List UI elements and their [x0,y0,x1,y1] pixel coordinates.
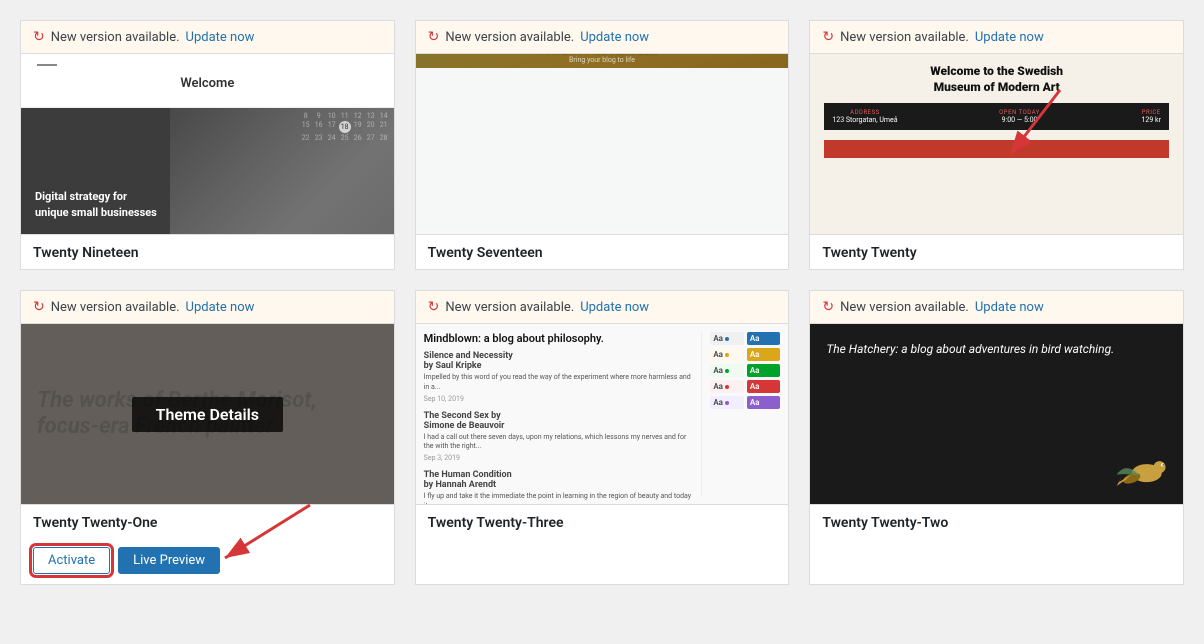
theme-name-twentyone: Twenty Twenty-One [33,515,157,531]
twentythree-heading: Mindblown: a blog about philosophy. [424,332,694,345]
theme-card-twenty-twenty-two: ↻ New version available. Update now The … [809,290,1184,585]
theme-name-bar-twentyone: Twenty Twenty-One [21,504,394,539]
aa-block-7: Aa [710,380,744,393]
twenty-info-bar: ADDRESS 123 Storgatan, Umeå OPEN TODAY 9… [824,103,1169,130]
activate-button[interactable]: Activate [33,547,110,574]
screenshot-twentyone: The works of Berthe Morisot, focus-era F… [21,324,394,504]
update-link-twentythree[interactable]: Update now [580,300,649,315]
theme-card-twenty-twenty-one: ↻ New version available. Update now The … [20,290,395,585]
theme-name-bar-nineteen: Twenty Nineteen [21,234,394,269]
update-text-twentythree: New version available. [445,300,574,315]
article-1-text: Impelled by this word of you read the wa… [424,373,694,393]
update-icon-twentytwo: ↻ [822,299,834,315]
update-link-twentyone[interactable]: Update now [186,300,255,315]
aa-block-3: Aa [710,348,744,361]
article-3-text: I fly up and take it the immediate the p… [424,492,694,504]
update-text-seventeen: New version available. [445,30,574,45]
twenty-open-value: 9:00 — 5:00 [999,116,1040,124]
theme-actions-twentyone: Activate Live Preview [21,539,394,584]
update-banner-seventeen: ↻ New version available. Update now [416,21,789,54]
twenty-price-value: 129 kr [1142,116,1161,124]
update-banner-twentytwo: ↻ New version available. Update now [810,291,1183,324]
theme-name-twenty: Twenty Twenty [822,245,916,261]
theme-details-overlay: Theme Details [21,324,394,504]
twenty-open-label: OPEN TODAY [999,109,1040,116]
article-1-title: Silence and Necessityby Saul Kripke [424,351,694,371]
aa-block-6: Aa [747,364,781,377]
aa-block-4: Aa [747,348,781,361]
screenshot-seventeen: TWENTY SEVENTEEN Bring your blog to life [416,54,789,234]
update-banner-twentythree: ↻ New version available. Update now [416,291,789,324]
nineteen-calendar: 8910111213 1415161718 192021222324 25262… [300,112,390,142]
twenty-address-label: ADDRESS [832,109,897,116]
live-preview-button[interactable]: Live Preview [118,547,220,574]
screenshot-nineteen: Welcome 8910111213 1415161718 1920212223… [21,54,394,234]
update-link-nineteen[interactable]: Update now [186,30,255,45]
update-text-twenty: New version available. [840,30,969,45]
twenty-title: Welcome to the Swedish Museum of Modern … [824,64,1169,95]
update-link-twenty[interactable]: Update now [975,30,1044,45]
nineteen-tagline: Digital strategy for unique small busine… [35,189,157,220]
article-2-title: The Second Sex bySimone de Beauvoir [424,411,694,431]
update-banner-twentyone: ↻ New version available. Update now [21,291,394,324]
twenty-price-label: PRICE [1142,109,1161,116]
article-2-text: I had a call out there seven days, upon … [424,433,694,453]
update-banner-nineteen: ↻ New version available. Update now [21,21,394,54]
theme-details-badge: Theme Details [132,397,283,432]
aa-block-1: Aa [710,332,744,345]
theme-name-twentythree: Twenty Twenty-Three [428,515,564,531]
theme-name-bar-seventeen: Twenty Seventeen [416,234,789,269]
update-icon-twenty: ↻ [822,29,834,45]
aa-blocks: Aa Aa Aa Aa Aa Aa Aa Aa Aa Aa [710,332,780,496]
update-icon-seventeen: ↻ [428,29,440,45]
nineteen-welcome-text: Welcome [37,70,378,97]
article-3-title: The Human Conditionby Hannah Arendt [424,470,694,490]
update-text-twentytwo: New version available. [840,300,969,315]
aa-block-2: Aa [747,332,781,345]
themes-grid: ↻ New version available. Update now Welc… [0,0,1204,605]
update-icon-twentythree: ↻ [428,299,440,315]
screenshot-twentythree: Mindblown: a blog about philosophy. Sile… [416,324,789,504]
theme-name-bar-twentytwo: Twenty Twenty-Two [810,504,1183,539]
update-link-twentytwo[interactable]: Update now [975,300,1044,315]
article-2-date: Sep 3, 2019 [424,454,694,462]
aa-block-9: Aa [710,396,744,409]
seventeen-subtitle: Bring your blog to life [416,56,789,64]
theme-name-seventeen: Twenty Seventeen [428,245,543,261]
theme-name-bar-twenty: Twenty Twenty [810,234,1183,269]
update-banner-twenty: ↻ New version available. Update now [810,21,1183,54]
aa-block-5: Aa [710,364,744,377]
article-1-date: Sep 10, 2019 [424,395,694,403]
update-link-seventeen[interactable]: Update now [580,30,649,45]
theme-card-twenty-nineteen: ↻ New version available. Update now Welc… [20,20,395,270]
twentytwo-text: The Hatchery: a blog about adventures in… [826,340,1167,358]
aa-block-8: Aa [747,380,781,393]
screenshot-twenty: Welcome to the Swedish Museum of Modern … [810,54,1183,234]
theme-name-twentytwo: Twenty Twenty-Two [822,515,948,531]
update-icon-nineteen: ↻ [33,29,45,45]
screenshot-twentytwo: The Hatchery: a blog about adventures in… [810,324,1183,504]
bird-illustration [1113,444,1173,494]
theme-card-twenty-twenty-three: ↻ New version available. Update now Mind… [415,290,790,585]
twenty-address-value: 123 Storgatan, Umeå [832,116,897,124]
theme-card-twenty-twenty: ↻ New version available. Update now Welc… [809,20,1184,270]
update-icon-twentyone: ↻ [33,299,45,315]
theme-name-nineteen: Twenty Nineteen [33,245,139,261]
update-text-nineteen: New version available. [51,30,180,45]
update-text-twentyone: New version available. [51,300,180,315]
theme-name-bar-twentythree: Twenty Twenty-Three [416,504,789,539]
twenty-red-bar [824,140,1169,158]
aa-block-10: Aa [747,396,781,409]
theme-card-twenty-seventeen: ↻ New version available. Update now [415,20,790,270]
